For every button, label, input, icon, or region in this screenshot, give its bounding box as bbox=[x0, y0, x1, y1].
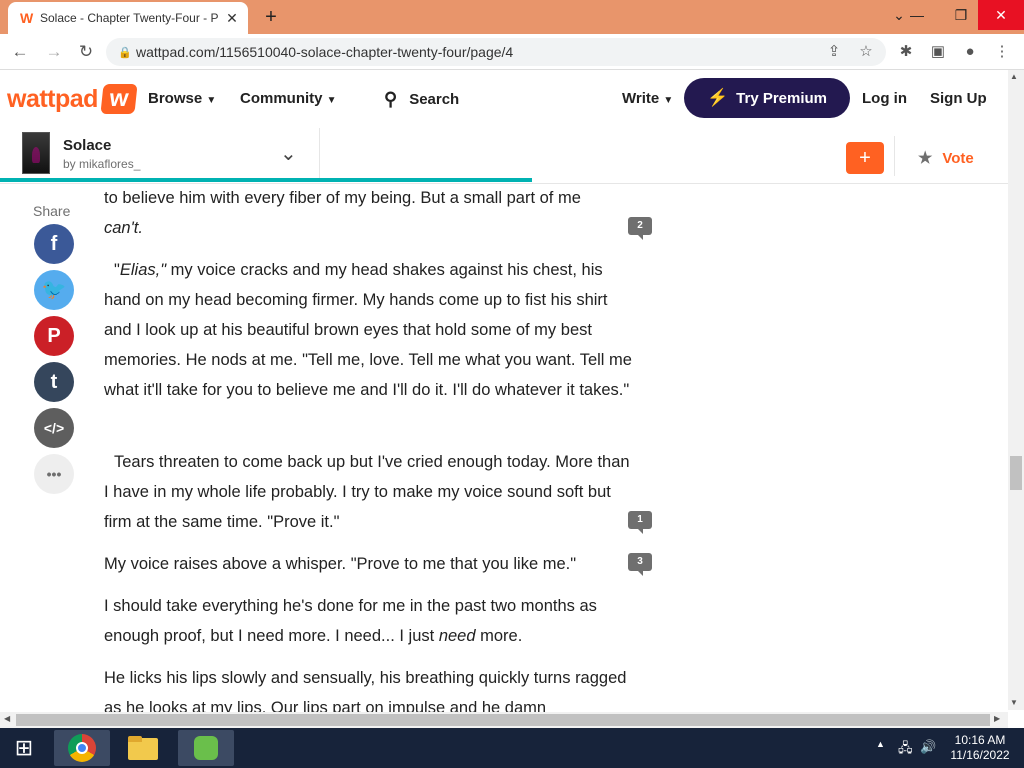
chapter-list-chevron-icon[interactable]: ⌄ bbox=[280, 141, 297, 166]
clock-time: 10:16 AM bbox=[954, 733, 1006, 747]
file-explorer-taskbar-icon[interactable] bbox=[116, 730, 172, 766]
caret-down-icon: ▼ bbox=[206, 95, 217, 106]
paragraph: to believe him with every fiber of my be… bbox=[104, 183, 632, 243]
back-arrow-icon[interactable]: ← bbox=[8, 40, 32, 64]
reading-progress-bar bbox=[0, 178, 532, 182]
caret-down-icon: ▼ bbox=[326, 95, 337, 106]
logo-mark-icon: w bbox=[100, 84, 138, 114]
windows-taskbar: ⊞ ▲ 🖧 🔊 10:16 AM 11/16/2022 bbox=[0, 728, 1024, 768]
paragraph: My voice raises above a whisper. "Prove … bbox=[104, 555, 577, 573]
new-tab-button[interactable]: + bbox=[258, 4, 284, 30]
scroll-right-arrow-icon[interactable]: ▶ bbox=[994, 714, 1000, 723]
paragraph-text: to believe him with every fiber of my be… bbox=[104, 189, 581, 207]
paragraph-text: more. bbox=[475, 627, 523, 645]
taskbar-clock[interactable]: 10:16 AM 11/16/2022 bbox=[940, 733, 1020, 763]
story-author[interactable]: by mikaflores_ bbox=[63, 157, 140, 171]
paragraph: I should take everything he's done for m… bbox=[104, 591, 632, 651]
paragraph: He licks his lips slowly and sensually, … bbox=[104, 669, 627, 712]
address-bar: ← → ↻ 🔒 wattpad.com/1156510040-solace-ch… bbox=[0, 34, 1024, 70]
search-label: Search bbox=[409, 91, 460, 108]
close-tab-icon[interactable]: ✕ bbox=[224, 10, 240, 27]
paragraph-text: my voice cracks and my head shakes again… bbox=[104, 261, 632, 399]
story-cover-image[interactable] bbox=[22, 132, 50, 174]
paragraph-italic: need bbox=[438, 627, 476, 645]
story-bar: Solace by mikaflores_ ⌄ + ★ Vote bbox=[0, 128, 1024, 184]
tab-title: Solace - Chapter Twenty-Four - P bbox=[40, 11, 219, 25]
maximize-button[interactable]: ❐ bbox=[944, 0, 978, 30]
side-panel-icon[interactable]: ▣ bbox=[926, 40, 950, 64]
divider bbox=[894, 136, 895, 176]
pinterest-share-icon[interactable]: P bbox=[34, 316, 74, 356]
more-share-icon[interactable]: ••• bbox=[34, 454, 74, 494]
share-label: Share bbox=[33, 203, 71, 219]
login-link[interactable]: Log in bbox=[862, 90, 907, 107]
minimize-button[interactable]: — bbox=[900, 0, 934, 30]
menu-dots-icon[interactable]: ⋮ bbox=[990, 40, 1014, 64]
facebook-share-icon[interactable]: f bbox=[34, 224, 74, 264]
vertical-scrollbar[interactable] bbox=[1008, 70, 1024, 710]
community-menu[interactable]: Community ▼ bbox=[240, 90, 337, 107]
community-label: Community bbox=[240, 90, 323, 107]
show-hidden-icons-chevron-icon[interactable]: ▲ bbox=[876, 739, 885, 749]
share-page-icon[interactable]: ⇪ bbox=[822, 40, 846, 64]
site-header: wattpad w Browse ▼ Community ▼ ⚲ Search … bbox=[0, 70, 1024, 128]
write-label: Write bbox=[622, 90, 660, 107]
browse-label: Browse bbox=[148, 90, 203, 107]
horizontal-scrollbar-thumb[interactable] bbox=[16, 714, 990, 726]
volume-icon[interactable]: 🔊 bbox=[920, 739, 936, 755]
paragraph-italic: can't. bbox=[104, 219, 143, 237]
profile-avatar-icon[interactable]: ● bbox=[958, 40, 982, 64]
inline-comment-count[interactable]: 2 bbox=[628, 217, 652, 240]
inline-comment-count[interactable]: 1 bbox=[628, 511, 652, 534]
vote-label: Vote bbox=[942, 149, 974, 167]
chrome-taskbar-icon[interactable] bbox=[54, 730, 110, 766]
forward-arrow-icon[interactable]: → bbox=[42, 40, 66, 64]
paragraph-text: I should take everything he's done for m… bbox=[104, 597, 597, 645]
network-icon[interactable]: 🖧 bbox=[898, 739, 913, 761]
window-close-button[interactable]: ✕ bbox=[978, 0, 1024, 30]
wattpad-favicon-icon: W bbox=[20, 10, 34, 26]
url-text: wattpad.com/1156510040-solace-chapter-tw… bbox=[136, 44, 514, 60]
scroll-up-arrow-icon[interactable]: ▲ bbox=[1010, 72, 1018, 81]
browser-tab[interactable]: W Solace - Chapter Twenty-Four - P ✕ bbox=[8, 2, 248, 34]
url-field[interactable]: 🔒 wattpad.com/1156510040-solace-chapter-… bbox=[106, 38, 886, 66]
paragraph-italic: Elias," bbox=[119, 261, 167, 279]
wattpad-logo[interactable]: wattpad w bbox=[7, 82, 138, 116]
bookmark-star-icon[interactable]: ☆ bbox=[854, 40, 878, 64]
twitter-share-icon[interactable]: 🐦 bbox=[34, 270, 74, 310]
app-taskbar-icon[interactable] bbox=[178, 730, 234, 766]
vertical-scrollbar-thumb[interactable] bbox=[1010, 456, 1022, 490]
caret-down-icon: ▼ bbox=[663, 95, 674, 106]
write-menu[interactable]: Write ▼ bbox=[622, 90, 673, 107]
paragraph: "Elias," my voice cracks and my head sha… bbox=[104, 255, 632, 405]
browse-menu[interactable]: Browse ▼ bbox=[148, 90, 216, 107]
add-to-library-button[interactable]: + bbox=[846, 142, 884, 174]
story-title[interactable]: Solace bbox=[63, 137, 111, 154]
reload-icon[interactable]: ↻ bbox=[74, 40, 98, 64]
inline-comment-count[interactable]: 3 bbox=[628, 553, 652, 576]
lightning-icon: ⚡ bbox=[706, 88, 729, 107]
premium-label: Try Premium bbox=[736, 89, 828, 107]
try-premium-button[interactable]: ⚡ Try Premium bbox=[684, 78, 850, 118]
paragraph: Tears threaten to come back up but I've … bbox=[104, 453, 630, 531]
signup-link[interactable]: Sign Up bbox=[930, 90, 987, 107]
scroll-left-arrow-icon[interactable]: ◀ bbox=[4, 714, 10, 723]
search-icon: ⚲ bbox=[384, 89, 398, 109]
embed-share-icon[interactable]: </> bbox=[34, 408, 74, 448]
search-button[interactable]: ⚲ Search bbox=[384, 89, 459, 110]
divider bbox=[319, 128, 320, 178]
browser-tab-bar: W Solace - Chapter Twenty-Four - P ✕ + ⌄… bbox=[0, 0, 1024, 34]
lock-icon: 🔒 bbox=[118, 46, 132, 59]
clock-date: 11/16/2022 bbox=[950, 748, 1010, 762]
star-icon: ★ bbox=[918, 150, 933, 167]
scroll-down-arrow-icon[interactable]: ▼ bbox=[1010, 698, 1018, 707]
windows-start-icon[interactable]: ⊞ bbox=[0, 728, 48, 768]
tumblr-share-icon[interactable]: t bbox=[34, 362, 74, 402]
vote-button[interactable]: ★ Vote bbox=[918, 148, 974, 168]
logo-wordmark: wattpad bbox=[7, 84, 98, 113]
extensions-icon[interactable]: ✱ bbox=[894, 40, 918, 64]
